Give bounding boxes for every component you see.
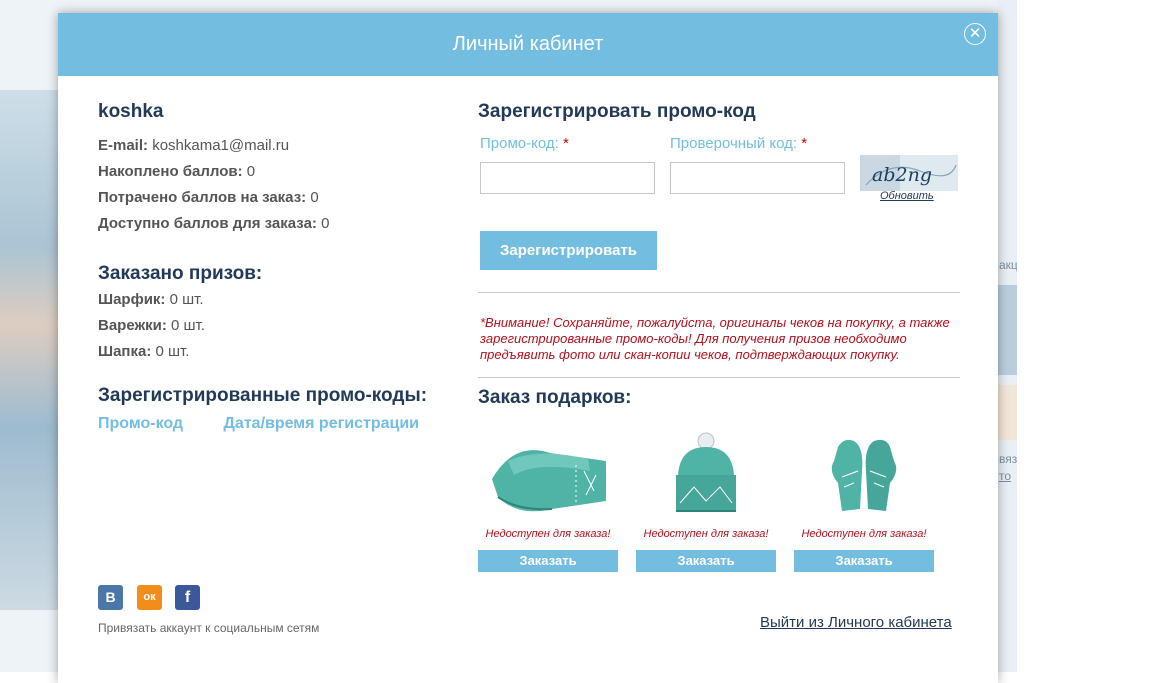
logout-link[interactable]: Выйти из Личного кабинета	[760, 614, 952, 631]
gift-item-scarf: Недоступен для заказа! Заказать	[478, 431, 618, 572]
close-icon: ✕	[968, 25, 982, 42]
check-code-input[interactable]	[670, 162, 845, 194]
close-button[interactable]: ✕	[964, 23, 986, 45]
prize-row-hat: Шапка: 0 шт.	[98, 343, 458, 363]
gift-status: Недоступен для заказа!	[643, 528, 769, 540]
gift-item-mittens: Недоступен для заказа! Заказать	[794, 431, 934, 572]
column-header-date: Дата/время регистрации	[223, 415, 420, 432]
social-link-note: Привязать аккаунт к социальным сетям	[98, 621, 320, 635]
prize-label: Варежки:	[98, 317, 167, 334]
check-code-label: Проверочный код: *	[670, 135, 807, 152]
email-row: E-mail: koshkama1@mail.ru	[98, 137, 458, 155]
prize-value: 0 шт.	[169, 291, 204, 308]
registered-codes-header: Промо-код Дата/время регистрации	[98, 415, 458, 433]
info-label: Доступно баллов для заказа:	[98, 215, 317, 232]
points-spent-row: Потрачено баллов на заказ: 0	[98, 189, 458, 207]
order-button-scarf[interactable]: Заказать	[478, 550, 618, 572]
points-accumulated-row: Накоплено баллов: 0	[98, 163, 458, 181]
prize-row-mittens: Варежки: 0 шт.	[98, 317, 458, 337]
promo-code-input[interactable]	[480, 162, 655, 194]
gifts-title: Заказ подарков:	[478, 387, 632, 408]
odnoklassniki-icon[interactable]: ок	[137, 585, 162, 610]
promo-code-label: Промо-код: *	[480, 135, 569, 152]
info-value: 0	[246, 163, 256, 180]
prizes-title: Заказано призов:	[98, 263, 263, 284]
info-label: E-mail:	[98, 137, 149, 154]
profile-column: koshka E-mail: koshkama1@mail.ru Накопле…	[98, 101, 458, 433]
info-label: Потрачено баллов на заказ:	[98, 189, 307, 206]
background-link[interactable]: то	[999, 469, 1011, 483]
prize-value: 0 шт.	[155, 343, 190, 360]
info-value: koshkama1@mail.ru	[152, 137, 290, 154]
scarf-icon	[492, 450, 606, 512]
facebook-icon[interactable]: f	[175, 585, 200, 610]
captcha-refresh-link[interactable]: Обновить	[880, 190, 934, 202]
gift-status: Недоступен для заказа!	[485, 528, 611, 540]
background-text: вяз	[999, 452, 1017, 466]
label-text: Проверочный код:	[670, 135, 798, 152]
info-label: Накоплено баллов:	[98, 163, 243, 180]
prize-label: Шарфик:	[98, 291, 166, 308]
prize-value: 0 шт.	[171, 317, 205, 334]
prize-label: Шапка:	[98, 343, 152, 360]
label-text: Промо-код:	[480, 135, 559, 152]
register-title: Зарегистрировать промо-код	[478, 101, 756, 122]
prize-row-scarf: Шарфик: 0 шт.	[98, 291, 458, 311]
page-margin	[1017, 0, 1152, 672]
user-name: koshka	[98, 101, 164, 122]
info-value: 0	[321, 215, 330, 232]
points-available-row: Доступно баллов для заказа: 0	[98, 215, 458, 233]
modal-title: Личный кабинет	[452, 33, 604, 55]
modal-header: Личный кабинет ✕	[58, 13, 998, 76]
required-mark: *	[562, 135, 569, 152]
divider	[478, 377, 960, 378]
gift-item-hat: Недоступен для заказа! Заказать	[636, 431, 776, 572]
order-button-mittens[interactable]: Заказать	[794, 550, 934, 572]
required-mark: *	[801, 135, 808, 152]
promo-column: Зарегистрировать промо-код Промо-код: * …	[478, 101, 960, 572]
column-header-code: Промо-код	[98, 415, 184, 432]
mittens-icon	[831, 439, 897, 511]
captcha-image: ab2ng	[860, 155, 958, 191]
register-button[interactable]: Зарегистрировать	[480, 231, 657, 270]
info-value: 0	[310, 189, 319, 206]
background-text: акц	[999, 258, 1017, 272]
gift-status: Недоступен для заказа!	[801, 528, 927, 540]
divider	[478, 292, 960, 293]
svg-text:ab2ng: ab2ng	[872, 164, 932, 186]
background-right-strip	[997, 0, 1017, 672]
account-modal: Личный кабинет ✕ koshka E-mail: koshkama…	[58, 13, 998, 683]
vk-icon[interactable]: В	[98, 585, 123, 610]
order-button-hat[interactable]: Заказать	[636, 550, 776, 572]
registered-codes-title: Зарегистрированные промо-коды:	[98, 385, 428, 406]
warning-notice: *Внимание! Сохраняйте, пожалуйста, ориги…	[480, 315, 950, 362]
hat-icon	[676, 432, 736, 512]
